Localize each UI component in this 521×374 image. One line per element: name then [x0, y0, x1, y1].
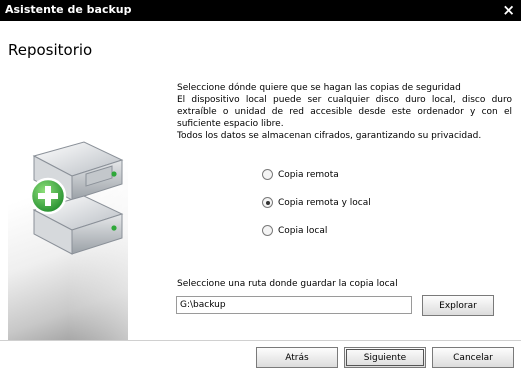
local-path-input[interactable] [176, 296, 412, 314]
radio-remote-and-local-copy[interactable]: Copia remota y local [262, 197, 371, 208]
radio-label[interactable]: Copia remota [278, 170, 339, 180]
radio-button[interactable] [262, 225, 273, 236]
description-line: El dispositivo local puede ser cualquier… [177, 95, 512, 129]
footer-divider [0, 340, 521, 341]
window-title: Asistente de backup [5, 3, 132, 16]
description-line: Todos los datos se almacenan cifrados, g… [177, 131, 482, 141]
wizard-header: Repositorio [0, 21, 521, 63]
next-button[interactable]: Siguiente [344, 347, 426, 368]
radio-local-copy[interactable]: Copia local [262, 225, 327, 236]
add-drive-icon [29, 141, 124, 255]
page-title: Repositorio [8, 41, 93, 59]
radio-remote-copy[interactable]: Copia remota [262, 169, 339, 180]
radio-button[interactable] [262, 169, 273, 180]
radio-label[interactable]: Copia local [278, 226, 327, 236]
radio-label[interactable]: Copia remota y local [278, 198, 371, 208]
plus-icon [29, 177, 67, 215]
browse-button[interactable]: Explorar [422, 295, 494, 316]
back-button[interactable]: Atrás [256, 347, 338, 368]
close-icon[interactable]: × [502, 1, 515, 19]
radio-button-selected[interactable] [262, 197, 273, 208]
cancel-button[interactable]: Cancelar [432, 347, 514, 368]
title-bar: Asistente de backup × [0, 0, 521, 21]
description-line: Seleccione dónde quiere que se hagan las… [177, 83, 461, 93]
path-label: Seleccione una ruta donde guardar la cop… [177, 279, 398, 289]
description-text: Seleccione dónde quiere que se hagan las… [177, 82, 512, 142]
